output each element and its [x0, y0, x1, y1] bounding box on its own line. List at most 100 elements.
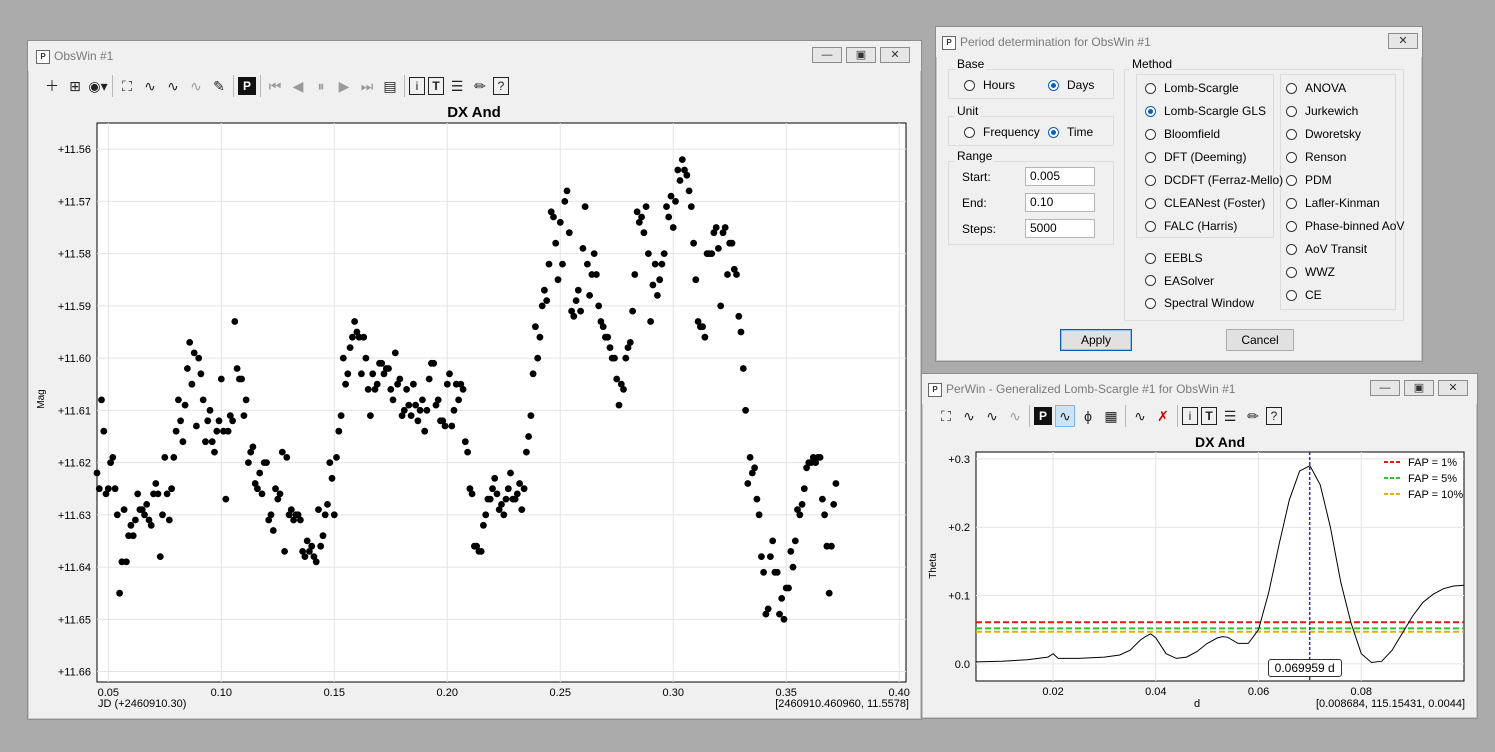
data-point — [828, 542, 835, 550]
info-icon[interactable]: i — [409, 77, 425, 95]
method-radio-wwz[interactable]: WWZ — [1286, 265, 1335, 279]
steps-input[interactable]: 5000 — [1025, 219, 1095, 238]
peak-icon[interactable]: ∿ — [1130, 405, 1150, 427]
data-point — [195, 354, 203, 362]
zoom-y-icon[interactable]: ∿ — [982, 405, 1002, 427]
base-days-radio[interactable]: Days — [1048, 78, 1094, 92]
method-radio-eebls[interactable]: EEBLS — [1145, 251, 1203, 265]
method-radio-pdm[interactable]: PDM — [1286, 173, 1332, 187]
y-tick-labels: 0.0 +0.1 +0.2 +0.3 — [948, 454, 970, 671]
method-radio-easolver[interactable]: EASolver — [1145, 274, 1214, 288]
method-radio-lomb-scargle-gls[interactable]: Lomb-Scargle GLS — [1145, 104, 1266, 118]
spectrum-icon[interactable]: ∿ — [1055, 405, 1075, 427]
unit-frequency-radio[interactable]: Frequency — [964, 125, 1040, 139]
help-icon[interactable]: ? — [493, 77, 509, 95]
pause-icon[interactable]: ⏸ — [311, 75, 331, 97]
grid-crosshair-icon[interactable]: ⊞ — [65, 75, 85, 97]
data-point — [190, 349, 198, 357]
pen-icon[interactable]: ✏ — [1243, 405, 1263, 427]
data-point — [663, 203, 670, 210]
data-point — [184, 365, 191, 372]
method-radio-phase-binned-aov[interactable]: Phase-binned AoV — [1286, 219, 1404, 233]
data-point — [177, 417, 185, 425]
crosshair-icon[interactable]: ＋ — [42, 75, 62, 97]
data-point — [414, 417, 422, 425]
method-radio-dworetsky[interactable]: Dworetsky — [1286, 127, 1361, 141]
period-button[interactable]: P — [238, 77, 256, 95]
pen-icon[interactable]: ✏ — [470, 75, 490, 97]
close-button[interactable]: ✕ — [880, 47, 910, 63]
first-frame-icon[interactable]: ⏮ — [265, 75, 285, 97]
edit-points-icon[interactable]: ✎ — [209, 75, 229, 97]
play-icon[interactable]: ▶ — [334, 75, 354, 97]
data-point — [651, 260, 659, 268]
data-point — [701, 333, 709, 341]
text-icon[interactable]: T — [428, 77, 444, 95]
method-radio-lafler-kinman[interactable]: Lafler-Kinman — [1286, 196, 1380, 210]
method-radio-aov-transit[interactable]: AoV Transit — [1286, 242, 1367, 256]
zoom-reset-icon[interactable]: ∿ — [1005, 405, 1025, 427]
zoom-reset-icon[interactable]: ∿ — [186, 75, 206, 97]
data-point — [767, 553, 774, 560]
data-point — [755, 511, 763, 519]
data-point — [165, 516, 173, 524]
maximize-button[interactable]: ▣ — [846, 47, 876, 63]
method-radio-dft-deeming-[interactable]: DFT (Deeming) — [1145, 150, 1246, 164]
lightcurve-chart[interactable]: +11.56 +11.57 +11.58 +11.59 +11.60 +11.61 +11.… — [28, 99, 921, 719]
unit-time-radio[interactable]: Time — [1048, 125, 1093, 139]
periodogram-chart[interactable]: 0.0 +0.1 +0.2 +0.3 0.02 0.04 0.06 0.08 FAP = 1… — [922, 448, 1477, 718]
list-icon[interactable]: ☰ — [1220, 405, 1240, 427]
zoom-fit-icon[interactable]: ⛶ — [117, 75, 137, 97]
radio-indicator — [1145, 151, 1156, 163]
text-icon[interactable]: T — [1201, 407, 1217, 425]
zoom-x-icon[interactable]: ∿ — [140, 75, 160, 97]
method-radio-falc-harris-[interactable]: FALC (Harris) — [1145, 219, 1237, 233]
perwin-titlebar[interactable]: P PerWin - Generalized Lomb-Scargle #1 f… — [922, 374, 1477, 404]
method-radio-jurkewich[interactable]: Jurkewich — [1286, 104, 1358, 118]
method-radio-cleanest-foster-[interactable]: CLEANest (Foster) — [1145, 196, 1265, 210]
data-point — [441, 422, 449, 430]
apply-button[interactable]: Apply — [1060, 329, 1132, 351]
data-point — [785, 584, 792, 592]
zoom-x-icon[interactable]: ∿ — [959, 405, 979, 427]
obswin-titlebar[interactable]: P ObsWin #1 — ▣ ✕ — [28, 41, 921, 71]
data-point — [281, 548, 288, 555]
method-radio-anova[interactable]: ANOVA — [1286, 81, 1346, 95]
cancel-button[interactable]: Cancel — [1226, 329, 1294, 351]
close-button[interactable]: ✕ — [1438, 380, 1468, 396]
info-icon[interactable]: i — [1182, 407, 1198, 425]
base-hours-radio[interactable]: Hours — [964, 78, 1015, 92]
data-point — [584, 260, 591, 268]
period-dialog-titlebar[interactable]: P Period determination for ObsWin #1 ✕ — [936, 27, 1422, 57]
close-button[interactable]: ✕ — [1388, 33, 1418, 49]
radio-label: EEBLS — [1164, 251, 1203, 265]
method-radio-renson[interactable]: Renson — [1286, 150, 1346, 164]
method-radio-dcdft-ferraz-mello-[interactable]: DCDFT (Ferraz-Mello) — [1145, 173, 1283, 187]
method-radio-spectral-window[interactable]: Spectral Window — [1145, 296, 1254, 310]
radio-label: CE — [1305, 288, 1322, 302]
minimize-button[interactable]: — — [812, 47, 842, 63]
table-icon[interactable]: ▦ — [1101, 405, 1121, 427]
data-point — [238, 375, 246, 383]
period-button[interactable]: P — [1034, 407, 1052, 425]
help-icon[interactable]: ? — [1266, 407, 1282, 425]
notes-icon[interactable]: ▤ — [380, 75, 400, 97]
method-radio-ce[interactable]: CE — [1286, 288, 1322, 302]
zoom-fit-icon[interactable]: ⛶ — [936, 405, 956, 427]
radio-label: FALC (Harris) — [1164, 219, 1238, 233]
data-point — [405, 401, 413, 409]
minimize-button[interactable]: — — [1370, 380, 1400, 396]
phase-icon[interactable]: ϕ — [1078, 405, 1098, 427]
radio-label: Days — [1067, 78, 1095, 92]
maximize-button[interactable]: ▣ — [1404, 380, 1434, 396]
last-frame-icon[interactable]: ⏭ — [357, 75, 377, 97]
remove-peak-icon[interactable]: ✗ — [1153, 405, 1173, 427]
end-input[interactable]: 0.10 — [1025, 193, 1095, 212]
method-radio-bloomfield[interactable]: Bloomfield — [1145, 127, 1220, 141]
method-radio-lomb-scargle[interactable]: Lomb-Scargle — [1145, 81, 1239, 95]
list-icon[interactable]: ☰ — [447, 75, 467, 97]
signal-dropdown-icon[interactable]: ◉▾ — [88, 75, 108, 97]
prev-frame-icon[interactable]: ◀ — [288, 75, 308, 97]
start-input[interactable]: 0.005 — [1025, 167, 1095, 186]
zoom-y-icon[interactable]: ∿ — [163, 75, 183, 97]
